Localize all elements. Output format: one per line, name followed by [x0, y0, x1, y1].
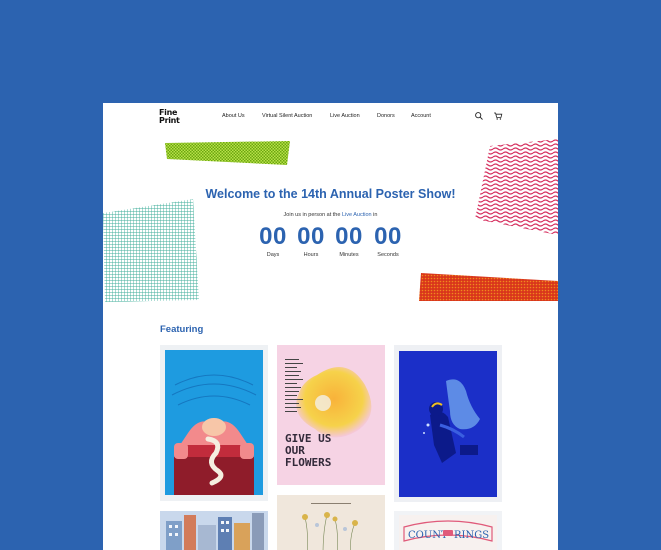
poster-text-line3: FLOWERS	[285, 456, 331, 469]
poster-image-count-rings: COUNT RINGS	[399, 515, 497, 550]
countdown-seconds-value: 00	[374, 223, 402, 250]
poster-card[interactable]: COUNT RINGS	[394, 511, 502, 550]
poster-image-botanical	[277, 495, 385, 550]
poster-image-flowers: GIVE US OUR FLOWERS	[277, 345, 385, 485]
red-dot-strip	[419, 273, 558, 301]
poster-image-figure	[165, 350, 263, 495]
poster-text-rings: RINGS	[454, 530, 489, 541]
green-check-strip	[165, 141, 290, 165]
poster-text-count: COUNT	[408, 530, 448, 541]
hero-sub-suffix: in	[371, 212, 378, 218]
hero-sub-prefix: Join us in person at the	[283, 212, 342, 218]
featuring-heading: Featuring	[160, 324, 204, 335]
hero-title: Welcome to the 14th Annual Poster Show!	[205, 187, 456, 201]
countdown-minutes-value: 00	[335, 223, 363, 250]
poster-card[interactable]	[277, 495, 385, 550]
live-auction-link[interactable]: Live Auction	[342, 212, 372, 218]
countdown-hours-label: Hours	[303, 252, 319, 258]
poster-card[interactable]	[160, 511, 268, 550]
countdown-days-value: 00	[259, 223, 287, 250]
countdown-seconds-label: Seconds	[377, 252, 399, 258]
hero-subtitle: Join us in person at the Live Auction in	[103, 212, 558, 218]
poster-image-city	[160, 511, 268, 550]
countdown-minutes-label: Minutes	[339, 252, 359, 258]
poster-card[interactable]: GIVE US OUR FLOWERS	[277, 345, 385, 485]
countdown-days-label: Days	[266, 252, 280, 258]
poster-card[interactable]	[160, 345, 268, 501]
poster-card[interactable]	[394, 345, 502, 502]
countdown-hours-value: 00	[297, 223, 325, 250]
webpage: Fine Print About Us Virtual Silent Aucti…	[103, 103, 558, 550]
poster-image-blue-figures	[399, 351, 497, 497]
